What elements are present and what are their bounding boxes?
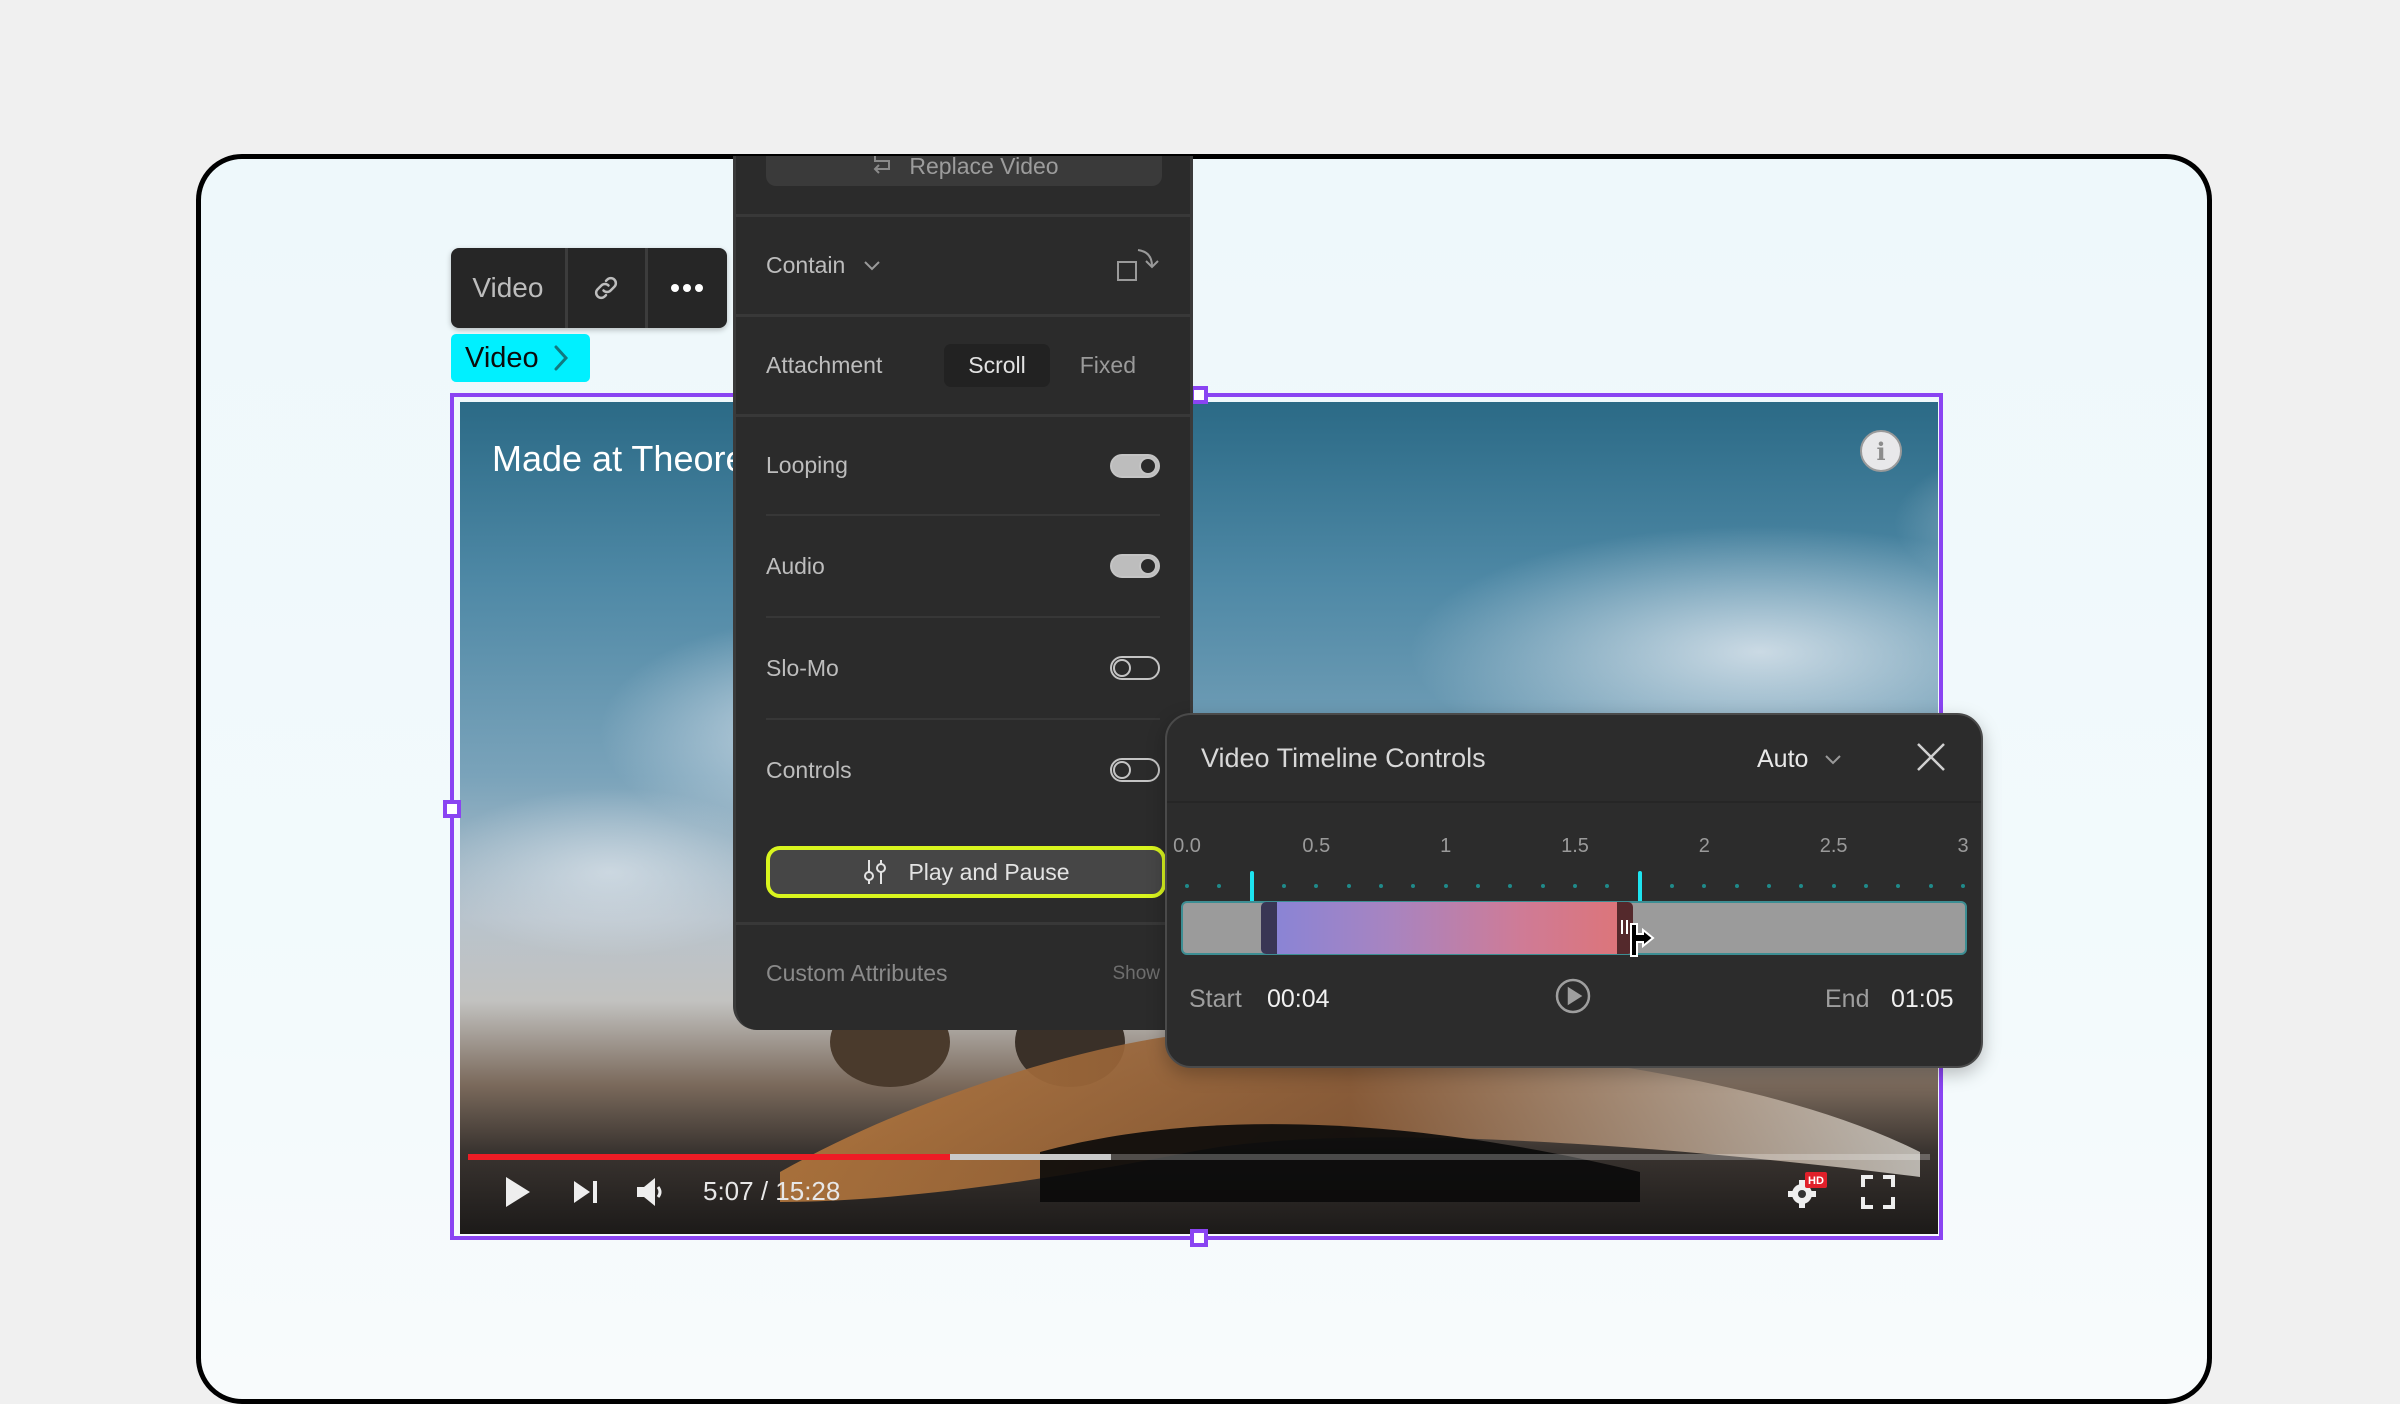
link-icon <box>595 276 618 300</box>
timeline-header: Video Timeline Controls Auto <box>1167 715 1981 803</box>
ruler-dot <box>1767 884 1771 888</box>
slomo-row: Slo-Mo <box>736 618 1190 718</box>
video-settings-panel: Replace Video Contain Attachment Scroll … <box>733 156 1193 1030</box>
ruler-tick-label: 1.5 <box>1561 835 1589 857</box>
ruler-dot <box>1346 884 1351 888</box>
end-time-value[interactable]: 01:05 <box>1891 985 1954 1014</box>
ruler-dot <box>1864 884 1868 888</box>
ruler-tick-label: 2 <box>1698 835 1710 857</box>
ruler-dot <box>1185 884 1189 888</box>
ruler-tick-label: 1 <box>1440 835 1452 857</box>
start-time-value[interactable]: 00:04 <box>1267 985 1330 1014</box>
ruler-dot <box>1896 884 1901 888</box>
audio-row: Audio <box>736 516 1190 616</box>
link-button[interactable] <box>564 248 645 328</box>
attachment-option-scroll[interactable]: Scroll <box>944 344 1050 387</box>
play-and-pause-button[interactable]: Play and Pause <box>766 846 1166 898</box>
audio-label: Audio <box>766 552 825 579</box>
ruler-dot <box>1379 884 1383 888</box>
ruler-dot <box>1282 884 1286 888</box>
ruler-dot <box>1961 884 1965 888</box>
start-label: Start <box>1189 985 1242 1013</box>
chevron-down-icon <box>1825 754 1842 764</box>
attachment-label: Attachment <box>766 352 883 378</box>
ruler-dot <box>1670 884 1674 888</box>
attachment-option-fixed[interactable]: Fixed <box>1056 344 1160 387</box>
ruler-dot <box>1443 884 1448 888</box>
replace-video-label: Replace Video <box>909 156 1059 179</box>
ruler-dot <box>1928 884 1933 888</box>
ruler-tick-label: 3 <box>1957 835 1969 857</box>
timeline-title: Video Timeline Controls <box>1201 743 1486 773</box>
ruler-marker[interactable] <box>1637 871 1642 903</box>
timeline-mode-dropdown[interactable]: Auto <box>1757 745 1842 774</box>
ruler-dot <box>1605 884 1610 888</box>
ruler-marker[interactable] <box>1249 871 1254 903</box>
ruler-tick-label: 0.5 <box>1302 835 1331 857</box>
play-and-pause-label: Play and Pause <box>908 858 1070 885</box>
ruler-dot <box>1573 884 1577 888</box>
fit-value: Contain <box>766 252 846 278</box>
ruler-tick-label: 2.5 <box>1819 835 1848 857</box>
play-circle-icon[interactable] <box>1554 977 1592 1015</box>
ruler-tick-label: 0.0 <box>1173 835 1201 857</box>
fit-row: Contain <box>736 214 1190 314</box>
range-start-handle[interactable] <box>1261 902 1278 954</box>
attachment-row: Attachment Scroll Fixed <box>736 314 1190 414</box>
ruler-dot <box>1540 884 1545 888</box>
looping-row: Looping <box>736 414 1190 514</box>
video-timeline-controls-panel: Video Timeline Controls Auto 0.0 0.5 1 1.5 2… <box>1165 713 1983 1068</box>
ruler-dot <box>1217 884 1222 888</box>
ruler-dot <box>1314 884 1319 888</box>
element-toolbar: Video <box>451 248 727 328</box>
timeline-footer: Start 00:04 End 01:05 <box>1167 977 1981 1027</box>
custom-attributes-label: Custom Attributes <box>766 960 948 986</box>
close-button[interactable] <box>1915 741 1947 778</box>
ruler-dot <box>1411 884 1416 888</box>
ruler-dot <box>1476 884 1480 888</box>
attachment-segmented-control: Scroll Fixed <box>944 344 1160 387</box>
ruler-dot <box>1702 884 1707 888</box>
controls-row: Controls <box>736 720 1190 820</box>
element-type-label: Video <box>472 272 544 303</box>
chevron-down-icon <box>864 260 880 270</box>
ruler-dot <box>1831 884 1836 888</box>
more-options-button[interactable] <box>644 248 727 328</box>
end-label: End <box>1825 985 1870 1013</box>
element-type-button[interactable]: Video <box>451 248 565 328</box>
resize-handle-bottom[interactable] <box>1190 1229 1208 1247</box>
timeline-selected-range[interactable] <box>1261 902 1655 957</box>
element-tag-label: Video <box>465 341 539 374</box>
timeline-ruler: 0.0 0.5 1 1.5 2 2.5 3 <box>1167 835 1981 903</box>
controls-toggle[interactable] <box>1110 758 1160 782</box>
audio-toggle[interactable] <box>1110 554 1160 578</box>
controls-label: Controls <box>766 756 852 783</box>
sliders-icon <box>864 860 887 884</box>
custom-attributes-row: Custom Attributes Show <box>736 922 1190 1022</box>
rotate-icon[interactable] <box>1116 246 1160 286</box>
more-horizontal-icon <box>671 284 704 292</box>
element-breadcrumb-tag[interactable]: Video <box>451 334 590 382</box>
custom-attributes-show-button[interactable]: Show <box>1112 963 1160 985</box>
looping-toggle[interactable] <box>1110 453 1160 478</box>
replace-icon <box>873 156 891 174</box>
fit-dropdown[interactable]: Contain <box>766 252 1116 279</box>
resize-handle-left[interactable] <box>443 800 461 818</box>
timeline-mode-value: Auto <box>1757 745 1809 773</box>
slomo-label: Slo-Mo <box>766 654 839 681</box>
chevron-right-icon <box>554 345 568 371</box>
replace-video-button[interactable]: Replace Video <box>766 156 1162 186</box>
looping-label: Looping <box>766 452 848 478</box>
ruler-dot <box>1799 884 1804 888</box>
timeline-track[interactable] <box>1181 901 1967 957</box>
close-icon <box>1917 743 1945 771</box>
slomo-toggle[interactable] <box>1110 656 1160 680</box>
ruler-dot <box>1734 884 1739 888</box>
ruler-dot <box>1508 884 1513 888</box>
resize-cursor-icon <box>1629 923 1655 957</box>
